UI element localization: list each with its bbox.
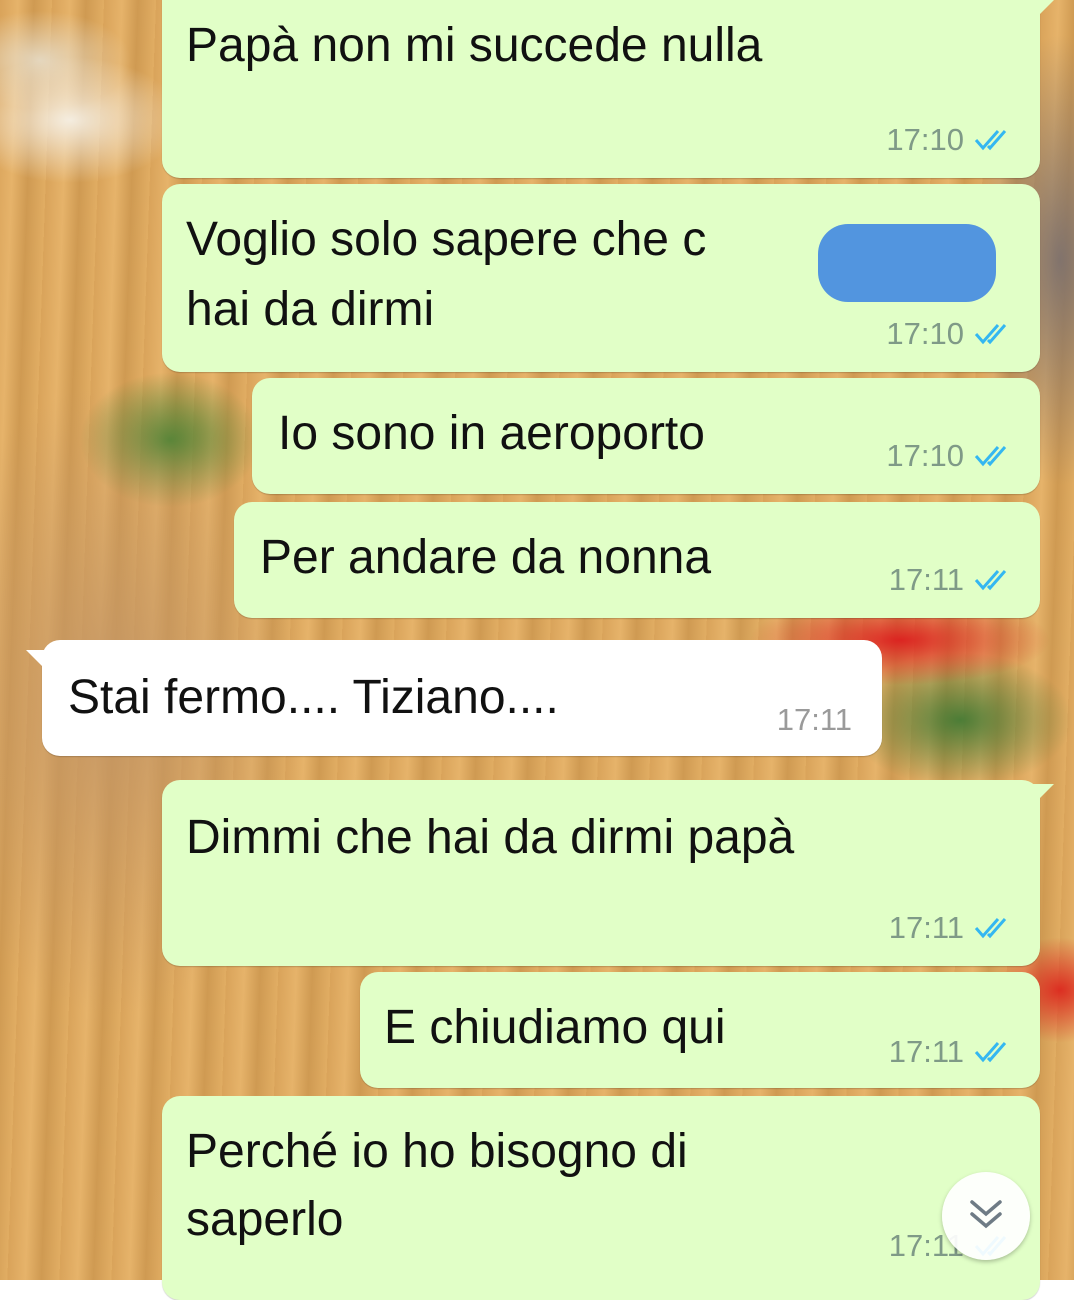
message-time: 17:10 xyxy=(886,438,964,473)
message-meta: 17:11 xyxy=(777,702,852,738)
message-bubble-outgoing[interactable]: Dimmi che hai da dirmi papà 17:11 xyxy=(162,780,1054,966)
message-bubble-outgoing[interactable]: Papà non mi succede nulla 17:10 xyxy=(162,0,1054,178)
double-chevron-down-icon xyxy=(966,1196,1006,1237)
message-bubble-outgoing[interactable]: Io sono in aeroporto 17:10 xyxy=(252,378,1040,494)
message-text-line-1: Voglio solo sapere che c xyxy=(186,213,707,266)
read-ticks-icon xyxy=(974,567,1016,593)
message-text: Stai fermo.... Tiziano.... xyxy=(68,671,559,724)
message-text-line-1: Perché io ho bisogno di xyxy=(186,1125,688,1178)
read-ticks-icon xyxy=(974,1039,1016,1065)
redaction-mark xyxy=(818,224,996,302)
read-ticks-icon xyxy=(974,915,1016,941)
message-time: 17:11 xyxy=(888,562,964,597)
message-time: 17:11 xyxy=(776,702,852,737)
read-ticks-icon xyxy=(974,127,1016,153)
message-text-line-2: hai da dirmi xyxy=(186,283,435,336)
message-text-line-2: saperlo xyxy=(186,1193,344,1246)
bubble-tail xyxy=(1032,0,1054,22)
message-bubble-outgoing[interactable]: E chiudiamo qui 17:11 xyxy=(360,972,1040,1088)
message-text: Dimmi che hai da dirmi papà xyxy=(186,811,795,864)
message-meta: 17:11 xyxy=(889,1034,1016,1070)
message-meta: 17:11 xyxy=(889,910,1016,946)
read-ticks-icon xyxy=(974,443,1016,469)
message-bubble-outgoing[interactable]: Per andare da nonna 17:11 xyxy=(234,502,1040,618)
message-meta: 17:11 xyxy=(889,562,1016,598)
message-bubble-outgoing[interactable]: Voglio solo sapere che c hai da dirmi 17… xyxy=(162,184,1040,372)
message-bubble-incoming[interactable]: Stai fermo.... Tiziano.... 17:11 xyxy=(26,640,882,756)
message-time: 17:11 xyxy=(888,910,964,945)
message-time: 17:11 xyxy=(888,1034,964,1069)
scroll-to-bottom-button[interactable] xyxy=(942,1172,1030,1260)
message-meta: 17:10 xyxy=(886,316,1016,352)
message-text: Io sono in aeroporto xyxy=(278,407,705,460)
message-meta: 17:10 xyxy=(886,122,1016,158)
message-text: Papà non mi succede nulla xyxy=(186,19,763,72)
bubble-tail xyxy=(1032,784,1054,806)
read-ticks-icon xyxy=(974,321,1016,347)
message-bubble-outgoing[interactable]: Perché io ho bisogno di saperlo 17:11 xyxy=(162,1096,1040,1300)
bubble-tail xyxy=(26,650,48,672)
message-meta: 17:10 xyxy=(886,438,1016,474)
message-text: Per andare da nonna xyxy=(260,531,712,584)
message-time: 17:10 xyxy=(886,122,964,157)
message-text: E chiudiamo qui xyxy=(384,1001,726,1054)
message-time: 17:10 xyxy=(886,316,964,351)
